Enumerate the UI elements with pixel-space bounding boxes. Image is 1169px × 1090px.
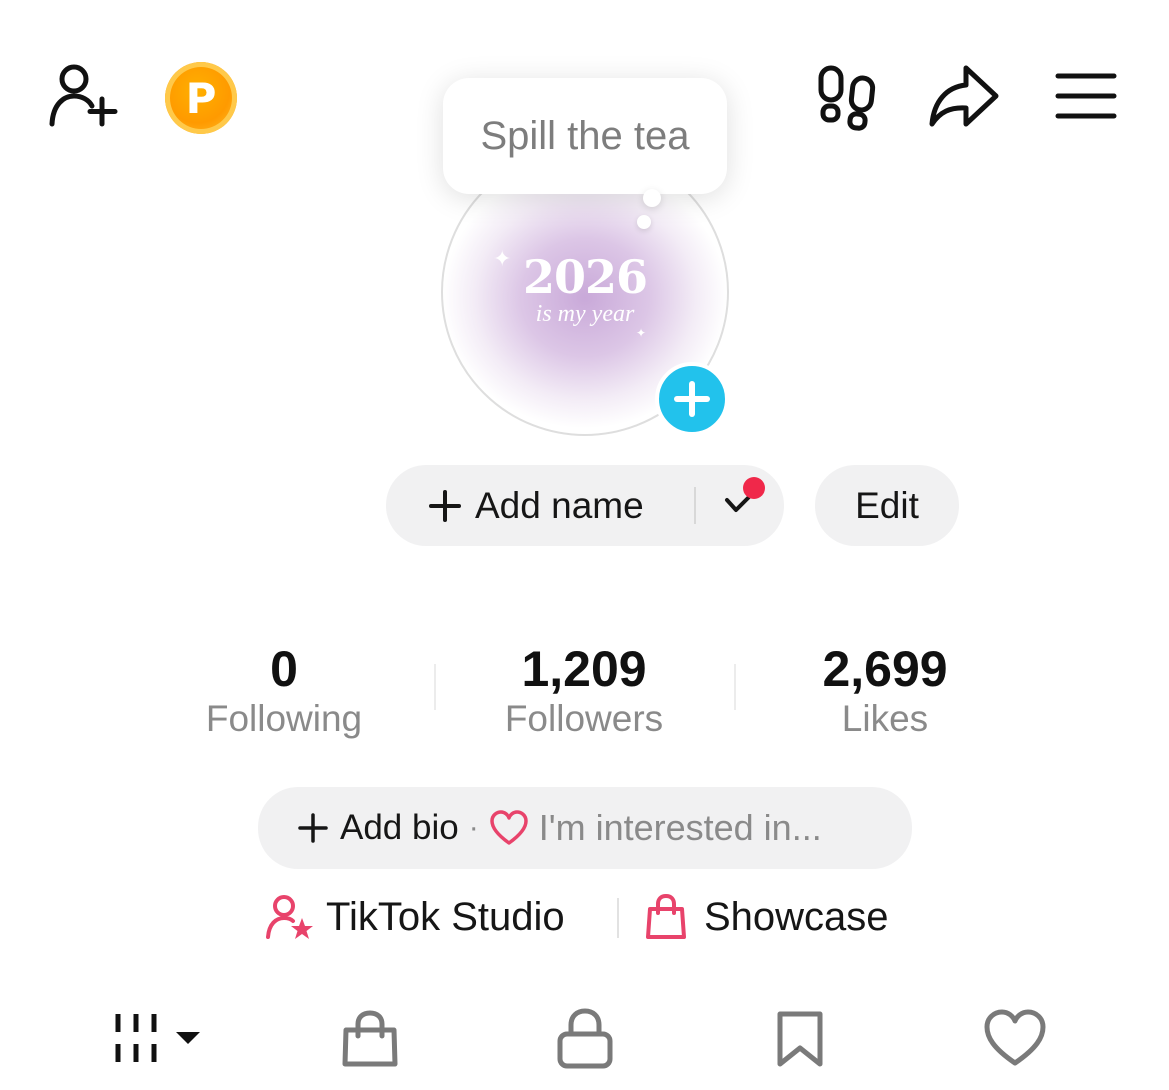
tab-shop[interactable]	[338, 1008, 402, 1070]
coins-button[interactable]: P	[165, 62, 237, 134]
shopping-bag-icon	[646, 893, 686, 939]
share-arrow-icon	[929, 65, 999, 127]
tiktok-studio-label: TikTok Studio	[326, 894, 565, 939]
add-bio-label: Add bio	[340, 808, 459, 847]
avatar-year-text: 2026	[522, 250, 648, 304]
notification-dot	[743, 477, 765, 499]
tab-saved[interactable]	[774, 1008, 826, 1070]
coin-icon: P	[185, 73, 217, 123]
shopping-bag-icon	[342, 1010, 398, 1067]
stat-following[interactable]: 0 Following	[134, 642, 434, 742]
stat-value: 0	[270, 641, 298, 697]
hamburger-menu-icon	[1055, 73, 1117, 119]
footprints-icon	[818, 65, 876, 131]
grid-videos-icon	[115, 1014, 200, 1062]
bubble-tail-dot	[643, 189, 661, 207]
edit-label: Edit	[855, 484, 919, 526]
bio-separator: ·	[468, 811, 479, 844]
profile-views-button[interactable]	[812, 62, 882, 132]
tiktok-studio-link[interactable]: TikTok Studio	[264, 893, 565, 941]
showcase-label: Showcase	[704, 894, 889, 939]
stat-value: 1,209	[521, 641, 647, 697]
divider	[694, 487, 696, 524]
tab-private[interactable]	[554, 1006, 616, 1070]
tab-liked[interactable]	[982, 1008, 1048, 1068]
bookmark-icon	[777, 1011, 823, 1067]
avatar-subtitle-text: is my year	[535, 301, 635, 327]
stat-likes[interactable]: 2,699 Likes	[735, 642, 1035, 742]
lock-icon	[557, 1008, 613, 1069]
stat-label: Followers	[504, 698, 664, 739]
add-bio-button[interactable]: Add bio · I'm interested in...	[258, 787, 912, 869]
stat-value: 2,699	[822, 641, 948, 697]
note-bubble[interactable]: Spill the tea	[443, 78, 727, 194]
creator-star-icon	[266, 895, 313, 939]
divider	[617, 898, 619, 938]
plus-icon	[429, 489, 461, 522]
edit-profile-button[interactable]: Edit	[815, 465, 959, 546]
menu-button[interactable]	[1054, 70, 1118, 122]
plus-icon	[674, 381, 710, 417]
heart-icon	[489, 810, 528, 845]
interests-label: I'm interested in...	[538, 807, 822, 848]
showcase-link[interactable]: Showcase	[644, 893, 889, 941]
plus-icon	[298, 813, 328, 843]
share-button[interactable]	[926, 60, 1002, 132]
add-name-label: Add name	[475, 484, 644, 526]
heart-icon	[984, 1009, 1046, 1066]
person-plus-icon	[49, 64, 118, 127]
sparkle-icon: ✦	[636, 326, 647, 340]
stat-followers[interactable]: 1,209 Followers	[434, 642, 734, 742]
add-friend-button[interactable]	[44, 60, 124, 132]
stat-label: Following	[205, 698, 363, 739]
tab-videos[interactable]	[108, 1008, 208, 1068]
stat-label: Likes	[841, 698, 929, 739]
add-avatar-button[interactable]	[655, 362, 729, 436]
bubble-tail-dot	[637, 215, 651, 229]
note-bubble-text: Spill the tea	[480, 113, 690, 158]
